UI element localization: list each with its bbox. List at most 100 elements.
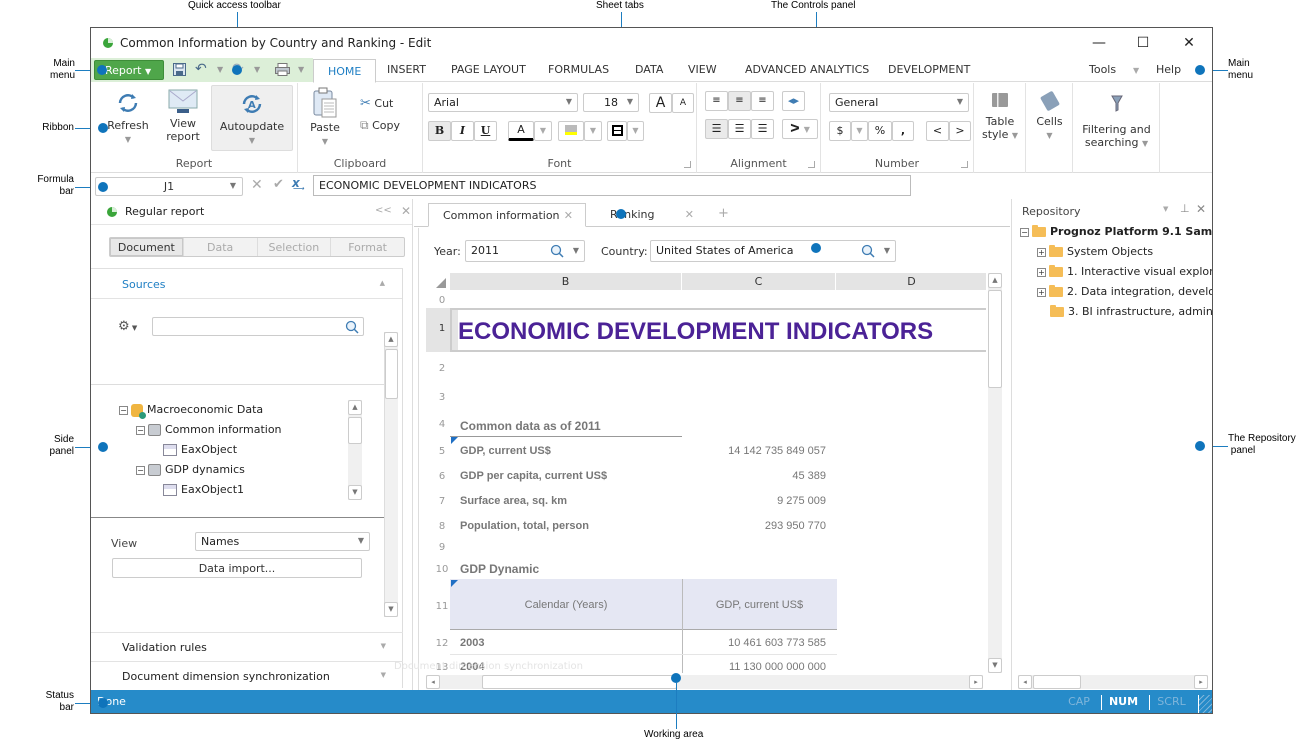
percent-button[interactable]: %: [868, 121, 892, 141]
row-header[interactable]: 4: [426, 419, 458, 430]
number-format-select[interactable]: General ▼: [829, 93, 969, 112]
fill-color-dropdown[interactable]: ▼: [584, 121, 602, 141]
cancel-formula-icon[interactable]: ✕: [251, 177, 263, 193]
row-header[interactable]: 5: [426, 446, 458, 457]
column-header-c[interactable]: C: [682, 273, 836, 290]
decrease-decimal-button[interactable]: <: [926, 121, 949, 141]
close-button[interactable]: ✕: [1174, 33, 1204, 53]
close-tab-icon[interactable]: ✕: [564, 209, 573, 222]
scroll-up-button[interactable]: ▲: [348, 400, 362, 415]
tab-home[interactable]: HOME: [313, 59, 377, 83]
number-dialog-launcher[interactable]: [961, 161, 968, 168]
section-validation-rules[interactable]: Validation rules ▼: [91, 632, 403, 661]
autoupdate-button[interactable]: A Autoupdate ▼: [211, 85, 293, 151]
tab-advanced-analytics[interactable]: ADVANCED ANALYTICS: [745, 63, 869, 76]
tab-document[interactable]: Document: [110, 238, 184, 256]
collapse-sources-icon[interactable]: ▲: [380, 279, 385, 287]
section-document-dimension-synchronization[interactable]: Document dimension synchronization ▼: [91, 661, 403, 690]
row-header[interactable]: 9: [426, 542, 458, 553]
row-header[interactable]: 12: [426, 638, 458, 649]
tab-format[interactable]: Format: [331, 238, 404, 256]
repo-item[interactable]: +1. Interactive visual explorati: [1037, 265, 1212, 278]
sheet-tab-ranking[interactable]: Ranking ✕: [596, 203, 706, 227]
text-orientation-button[interactable]: ᐳ ▼: [782, 119, 818, 139]
tab-insert[interactable]: INSERT: [387, 63, 426, 76]
tree-item-macroeconomic-data[interactable]: − Macroeconomic Data: [119, 403, 263, 419]
font-color-button[interactable]: A: [508, 121, 534, 141]
tab-page-layout[interactable]: PAGE LAYOUT: [451, 63, 526, 76]
increase-decimal-button[interactable]: >: [949, 121, 971, 141]
bold-button[interactable]: B: [428, 121, 451, 141]
currency-dropdown[interactable]: ▼: [851, 121, 868, 141]
tree-item-eaxobject[interactable]: EaxObject: [163, 443, 237, 456]
close-tab-icon[interactable]: ✕: [685, 208, 694, 221]
help-menu[interactable]: Help: [1156, 63, 1181, 76]
scroll-thumb[interactable]: [988, 290, 1002, 388]
view-report-button[interactable]: View report: [163, 89, 203, 143]
row-header[interactable]: 6: [426, 471, 458, 482]
year-select[interactable]: 2011 ▼: [465, 240, 585, 262]
scroll-up-button[interactable]: ▲: [384, 332, 398, 347]
align-middle-button[interactable]: ≡: [728, 91, 751, 111]
tab-development[interactable]: DEVELOPMENT: [888, 63, 970, 76]
undo-icon[interactable]: ↶: [195, 61, 207, 77]
tools-dropdown-icon[interactable]: ▼: [1133, 66, 1139, 75]
maximize-button[interactable]: ☐: [1128, 33, 1158, 53]
font-name-select[interactable]: Arial ▼: [428, 93, 578, 112]
redo-dropdown-icon[interactable]: ▼: [254, 65, 260, 74]
row-header[interactable]: 10: [426, 564, 458, 575]
row-header[interactable]: 7: [426, 496, 458, 507]
data-import-button[interactable]: Data import...: [112, 558, 362, 578]
collapse-panel-button[interactable]: <<: [375, 205, 392, 216]
align-top-button[interactable]: ≡: [705, 91, 728, 111]
paste-button[interactable]: Paste ▼: [308, 87, 342, 148]
sources-search-input[interactable]: [152, 317, 364, 336]
scroll-right-button[interactable]: ▸: [1194, 675, 1208, 689]
tools-menu[interactable]: Tools: [1089, 63, 1116, 76]
column-header-d[interactable]: D: [836, 273, 986, 290]
filtering-searching-button[interactable]: Filtering and searching ▼: [1073, 93, 1160, 150]
underline-button[interactable]: U: [474, 121, 497, 141]
repo-item[interactable]: + System Objects: [1037, 245, 1153, 258]
tree-scrollbar[interactable]: ▲ ▼: [348, 400, 362, 500]
tree-item-gdp-dynamics[interactable]: − GDP dynamics: [136, 463, 245, 476]
tab-view[interactable]: VIEW: [688, 63, 717, 76]
align-left-button[interactable]: ☰: [705, 119, 728, 139]
font-dialog-launcher[interactable]: [684, 161, 691, 168]
print-dropdown-icon[interactable]: ▼: [298, 65, 304, 74]
scroll-down-button[interactable]: ▼: [384, 602, 398, 617]
undo-dropdown-icon[interactable]: ▼: [217, 65, 223, 74]
scroll-thumb[interactable]: [1033, 675, 1081, 689]
cut-button[interactable]: ✂ Cut: [360, 97, 393, 110]
select-all-corner[interactable]: [436, 278, 446, 288]
name-box[interactable]: J1 ▼: [95, 177, 243, 196]
row-header[interactable]: 3: [426, 392, 458, 403]
scroll-up-button[interactable]: ▲: [988, 273, 1002, 288]
merge-cells-button[interactable]: ◂▸: [782, 91, 805, 111]
shrink-font-button[interactable]: A: [672, 93, 694, 113]
font-color-dropdown[interactable]: ▼: [534, 121, 552, 141]
copy-button[interactable]: ⧉ Copy: [360, 119, 400, 133]
table-style-button[interactable]: Table style ▼: [974, 93, 1026, 142]
source-settings-icon[interactable]: ⚙ ▼: [118, 319, 137, 334]
refresh-button[interactable]: Refresh ▼: [105, 91, 151, 146]
comma-button[interactable]: ,: [892, 121, 914, 141]
borders-button[interactable]: [607, 121, 627, 141]
spreadsheet-grid[interactable]: B C D 0 1 2 3 4 5 6 7 8 9 10 11 12 13 EC…: [426, 273, 986, 673]
tab-data-panel[interactable]: Data: [184, 238, 258, 256]
repo-item[interactable]: 3. BI infrastructure, administ: [1050, 305, 1212, 318]
align-bottom-button[interactable]: ≡: [751, 91, 774, 111]
tree-item-eaxobject1[interactable]: EaxObject1: [163, 483, 244, 496]
scroll-right-button[interactable]: ▸: [969, 675, 983, 689]
row-header[interactable]: 8: [426, 521, 458, 532]
formula-input[interactable]: ECONOMIC DEVELOPMENT INDICATORS: [313, 175, 911, 196]
scroll-left-button[interactable]: ◂: [1018, 675, 1032, 689]
scroll-thumb[interactable]: [385, 349, 398, 399]
sources-scrollbar[interactable]: ▲ ▼: [384, 332, 398, 617]
add-sheet-button[interactable]: +: [704, 203, 729, 227]
view-select[interactable]: Names ▼: [195, 532, 370, 551]
repo-item[interactable]: +2. Data integration, developr: [1037, 285, 1212, 298]
confirm-formula-icon[interactable]: ✔: [273, 177, 284, 192]
tab-selection[interactable]: Selection: [258, 238, 332, 256]
close-panel-button[interactable]: ✕: [401, 204, 411, 218]
